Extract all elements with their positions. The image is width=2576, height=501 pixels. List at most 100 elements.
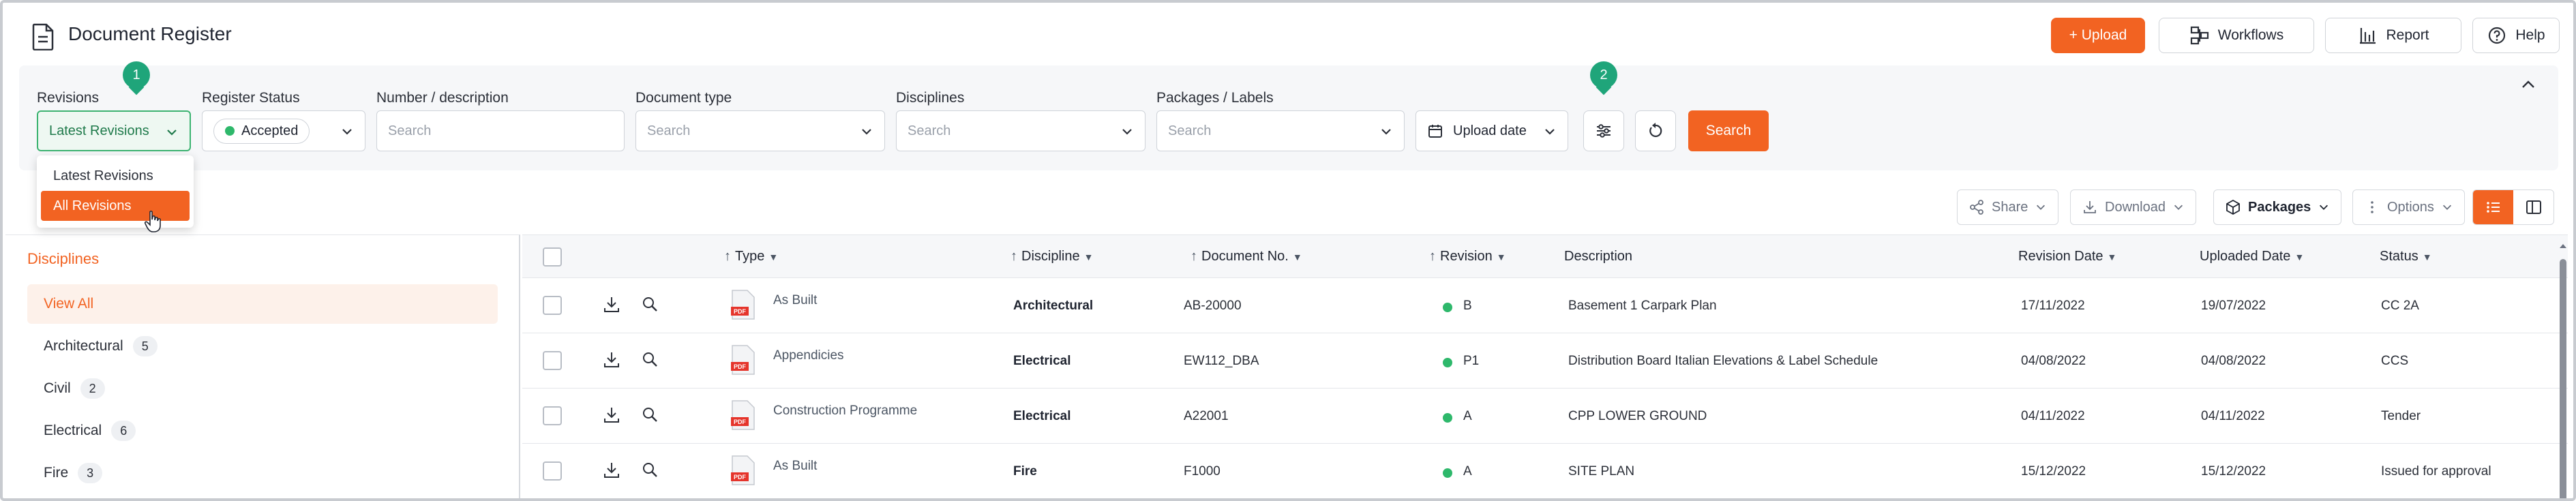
- download-icon: [2084, 201, 2096, 213]
- row-checkbox[interactable]: [543, 296, 562, 315]
- reset-filters-button[interactable]: [1635, 110, 1676, 151]
- discipline-cell: Electrical: [1013, 354, 1071, 368]
- sort-up-icon: ↑: [1190, 249, 1197, 264]
- download-button[interactable]: Download: [2070, 189, 2196, 225]
- view-toggle: [2472, 189, 2554, 225]
- column-header-revision-date[interactable]: Revision Date ▼: [2018, 249, 2116, 264]
- sidebar-title: Disciplines: [27, 250, 100, 267]
- column-discipline-label: Discipline: [1021, 249, 1080, 264]
- description-cell: CPP LOWER GROUND: [1568, 409, 1707, 423]
- download-icon[interactable]: [601, 405, 622, 425]
- select-all-checkbox[interactable]: [543, 247, 562, 267]
- split-panel-icon: [2526, 200, 2541, 214]
- sidebar-item-view-all[interactable]: View All: [27, 284, 498, 324]
- chevron-down-icon: [2174, 204, 2183, 210]
- column-header-uploaded-date[interactable]: Uploaded Date ▼: [2200, 249, 2304, 264]
- app-window: Document Register + Upload Workflows Rep…: [0, 0, 2576, 501]
- revision-status-dot: [1443, 468, 1452, 478]
- sidebar-item-electrical[interactable]: Electrical 6: [27, 411, 498, 451]
- download-label: Download: [2105, 199, 2166, 215]
- document-no-cell: EW112_DBA: [1184, 354, 1259, 368]
- column-document-no-label: Document No.: [1201, 249, 1289, 264]
- search-icon[interactable]: [640, 405, 660, 425]
- packages-labels-select[interactable]: Search: [1156, 110, 1405, 151]
- status-cell: CC 2A: [2381, 299, 2419, 313]
- revision-date-cell: 17/11/2022: [2021, 299, 2085, 313]
- revisions-select[interactable]: Latest Revisions: [37, 110, 191, 151]
- disciplines-select[interactable]: Search: [896, 110, 1145, 151]
- column-revision-date-label: Revision Date: [2018, 249, 2103, 264]
- collapse-filters-icon[interactable]: [2519, 75, 2538, 94]
- table-scrollbar[interactable]: [2557, 234, 2569, 498]
- column-header-type[interactable]: ↑ Type ▼: [724, 249, 778, 264]
- caret-down-icon: ▼: [2422, 251, 2432, 262]
- column-header-discipline[interactable]: ↑ Discipline ▼: [1010, 249, 1093, 264]
- row-checkbox[interactable]: [543, 351, 562, 370]
- document-type-placeholder: Search: [647, 123, 691, 138]
- sidebar-item-label: View All: [44, 296, 94, 312]
- options-button[interactable]: Options: [2352, 189, 2465, 225]
- column-status-label: Status: [2380, 249, 2418, 264]
- column-header-document-no[interactable]: ↑ Document No. ▼: [1190, 249, 1302, 264]
- document-no-cell: AB-20000: [1184, 299, 1242, 313]
- download-icon[interactable]: [601, 460, 622, 481]
- documents-table: ↑ Type ▼ ↑ Discipline ▼ ↑ Document No. ▼ ↑ Revi…: [522, 234, 2568, 498]
- download-icon[interactable]: [601, 294, 622, 315]
- sidebar-item-architectural[interactable]: Architectural 5: [27, 327, 498, 366]
- hand-pointer-cursor-icon: [145, 211, 161, 232]
- packages-labels-placeholder: Search: [1168, 123, 1212, 138]
- status-cell: Issued for approval: [2381, 464, 2491, 479]
- packages-button[interactable]: Packages: [2213, 189, 2342, 225]
- number-description-label: Number / description: [376, 90, 509, 106]
- upload-date-select[interactable]: Upload date: [1416, 110, 1568, 151]
- document-type-select[interactable]: Search: [635, 110, 885, 151]
- pdf-icon: PDF: [731, 345, 755, 375]
- column-header-status[interactable]: Status ▼: [2380, 249, 2432, 264]
- table-row[interactable]: PDF Appendicies Electrical EW112_DBA P1 …: [522, 333, 2568, 389]
- column-header-description[interactable]: Description: [1564, 249, 1632, 264]
- scroll-up-arrow-icon[interactable]: [2557, 240, 2569, 252]
- dropdown-option-latest-revisions[interactable]: Latest Revisions: [41, 161, 190, 191]
- report-button[interactable]: Report: [2325, 18, 2461, 53]
- download-icon[interactable]: [601, 350, 622, 370]
- sidebar-item-civil[interactable]: Civil 2: [27, 369, 498, 408]
- revision-status-dot: [1443, 358, 1452, 367]
- search-button[interactable]: Search: [1688, 110, 1769, 151]
- dropdown-option-all-revisions[interactable]: All Revisions: [41, 191, 190, 221]
- svg-text:PDF: PDF: [734, 474, 747, 481]
- advanced-filters-button[interactable]: [1583, 110, 1624, 151]
- upload-button[interactable]: + Upload: [2051, 18, 2145, 53]
- svg-text:PDF: PDF: [734, 308, 747, 315]
- sidebar-item-fire[interactable]: Fire 3: [27, 453, 498, 493]
- list-view-button[interactable]: [2473, 190, 2513, 224]
- count-badge: 6: [111, 421, 136, 441]
- column-header-revision[interactable]: ↑ Revision ▼: [1429, 249, 1506, 264]
- search-icon[interactable]: [640, 294, 660, 315]
- scrollbar-thumb[interactable]: [2560, 259, 2566, 498]
- table-row[interactable]: PDF As Built Architectural AB-20000 B Ba…: [522, 278, 2568, 333]
- search-icon[interactable]: [640, 350, 660, 370]
- column-revision-label: Revision: [1440, 249, 1493, 264]
- search-icon[interactable]: [640, 460, 660, 481]
- table-row[interactable]: PDF Construction Programme Electrical A2…: [522, 389, 2568, 444]
- description-cell: Distribution Board Italian Elevations & …: [1568, 354, 1878, 368]
- type-cell: Appendicies: [773, 348, 844, 363]
- discipline-cell: Electrical: [1013, 409, 1071, 423]
- share-button[interactable]: Share: [1957, 189, 2059, 225]
- report-button-label: Report: [2386, 27, 2429, 43]
- share-label: Share: [1992, 199, 2028, 215]
- share-icon: [1970, 200, 1983, 215]
- number-description-input[interactable]: Search: [376, 110, 625, 151]
- table-row[interactable]: PDF As Built Fire F1000 A SITE PLAN 15/1…: [522, 444, 2568, 498]
- marker-number: 1: [123, 61, 150, 89]
- row-checkbox[interactable]: [543, 461, 562, 481]
- workflows-button[interactable]: Workflows: [2159, 18, 2314, 53]
- count-badge: 2: [80, 378, 105, 399]
- page-title: Document Register: [68, 23, 232, 44]
- document-no-cell: A22001: [1184, 409, 1229, 423]
- help-button[interactable]: Help: [2472, 18, 2560, 53]
- panel-view-button[interactable]: [2513, 190, 2553, 224]
- row-checkbox[interactable]: [543, 406, 562, 425]
- register-status-select[interactable]: Accepted: [202, 110, 365, 151]
- type-cell: Construction Programme: [773, 404, 918, 418]
